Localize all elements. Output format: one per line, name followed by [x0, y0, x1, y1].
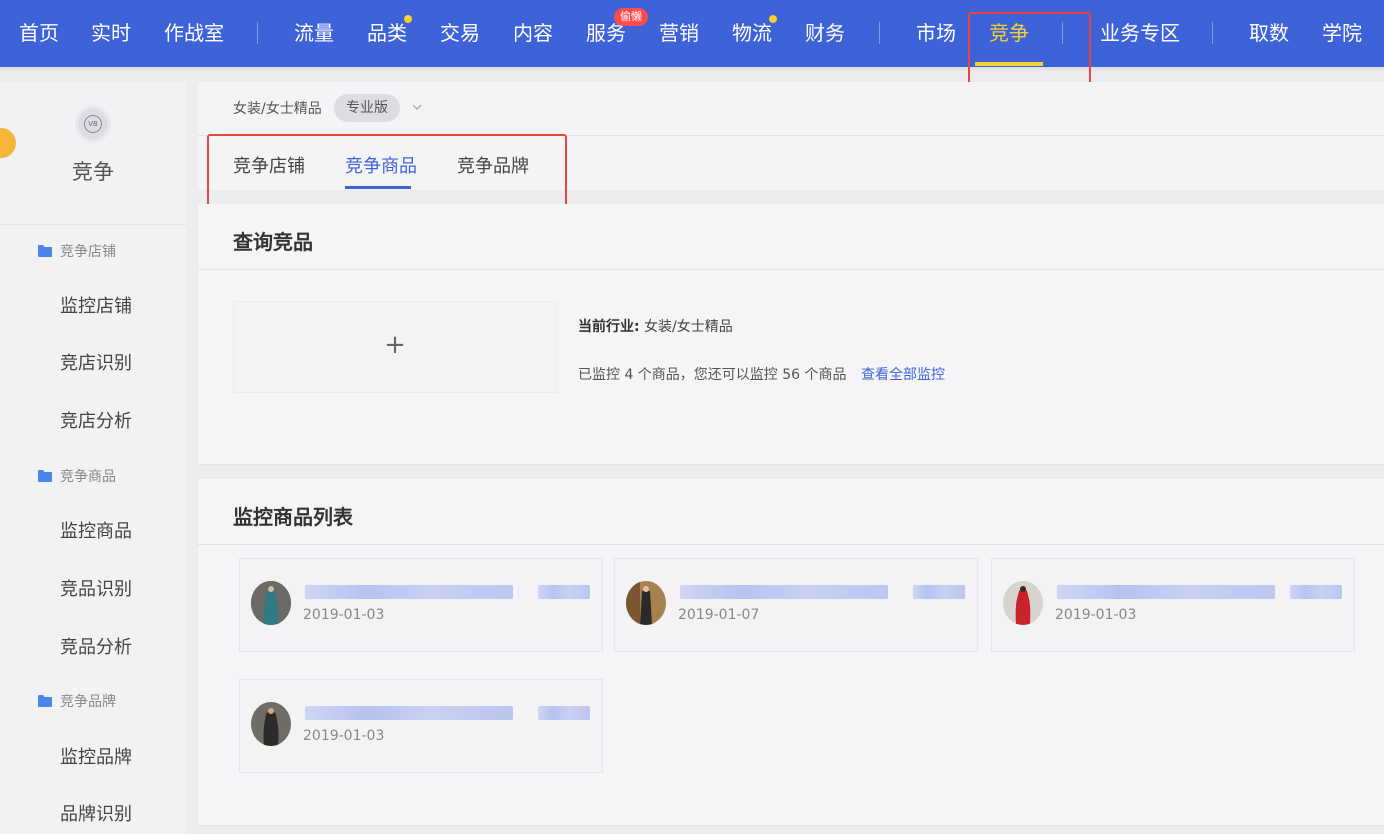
monitor-date: 2019-01-03 [303, 728, 385, 744]
blurred-price [538, 706, 590, 720]
sidebar-item-monitor-shops[interactable]: 监控店铺 [60, 294, 132, 320]
folder-icon [38, 470, 52, 482]
view-all-monitor-link[interactable]: 查看全部监控 [861, 367, 945, 383]
blurred-title [305, 585, 513, 599]
industry-label: 当前行业: [578, 319, 640, 335]
sidebar-item-brand-identify[interactable]: 品牌识别 [60, 802, 132, 828]
nav-marketing[interactable]: 营销 [659, 17, 699, 49]
sidebar-title: 竞争 [72, 160, 114, 184]
monitor-count-text: 已监控 4 个商品，您还可以监控 56 个商品 [578, 367, 847, 383]
panel-title: 监控商品列表 [233, 505, 353, 529]
industry-value: 女装/女士精品 [644, 319, 733, 335]
sidebar-item-shop-identify[interactable]: 竞店识别 [60, 351, 132, 377]
blurred-price [913, 585, 965, 599]
highlight-box-nav [968, 12, 1091, 92]
sidebar-item-monitor-products[interactable]: 监控商品 [60, 519, 132, 545]
monitor-date: 2019-01-03 [303, 607, 385, 623]
sidebar-group-label: 竞争商品 [60, 469, 116, 485]
sidebar-item-monitor-brands[interactable]: 监控品牌 [60, 745, 132, 771]
folder-icon [38, 695, 52, 707]
nav-category-dot [404, 15, 412, 23]
sidebar-item-shop-analysis[interactable]: 竞店分析 [60, 409, 132, 435]
nav-business-zone[interactable]: 业务专区 [1100, 17, 1180, 49]
blurred-price [538, 585, 590, 599]
product-thumbnail [251, 702, 291, 746]
current-industry: 当前行业: 女装/女士精品 [578, 316, 733, 336]
competition-logo-icon: VB [75, 106, 111, 142]
nav-war-room[interactable]: 作战室 [164, 17, 224, 49]
sidebar-group-products[interactable]: 竞争商品 [38, 467, 116, 487]
nav-finance[interactable]: 财务 [805, 17, 845, 49]
plus-icon: + [384, 330, 406, 360]
logo-mark: VB [84, 115, 102, 133]
sidebar-group-label: 竞争品牌 [60, 694, 116, 710]
query-panel: 查询竞品 + 当前行业: 女装/女士精品 已监控 4 个商品，您还可以监控 56… [198, 204, 1384, 464]
sidebar-item-product-analysis[interactable]: 竞品分析 [60, 635, 132, 661]
divider [198, 544, 1384, 545]
sidebar-group-brands[interactable]: 竞争品牌 [38, 692, 116, 712]
edition-badge: 专业版 [334, 94, 400, 122]
panel-title: 查询竞品 [233, 230, 313, 254]
chevron-down-icon[interactable] [410, 100, 424, 114]
top-navigation: 首页 实时 作战室 流量 品类 交易 内容 服务 偷懒 营销 物流 财务 市场 … [0, 0, 1384, 67]
nav-realtime[interactable]: 实时 [91, 17, 131, 49]
product-thumbnail [251, 581, 291, 625]
sidebar-item-product-identify[interactable]: 竞品识别 [60, 577, 132, 603]
nav-home[interactable]: 首页 [19, 17, 59, 49]
nav-traffic[interactable]: 流量 [294, 17, 334, 49]
product-card[interactable]: 2019-01-03 [991, 558, 1355, 652]
monitor-date: 2019-01-03 [1055, 607, 1137, 623]
product-card[interactable]: 2019-01-07 [614, 558, 978, 652]
sidebar-header: VB 竞争 [0, 82, 186, 225]
blurred-title [680, 585, 888, 599]
nav-data-fetch[interactable]: 取数 [1249, 17, 1289, 49]
folder-icon [38, 245, 52, 257]
nav-content[interactable]: 内容 [513, 17, 553, 49]
add-product-upload[interactable]: + [233, 301, 557, 393]
nav-separator [879, 22, 880, 44]
nav-academy[interactable]: 学院 [1322, 17, 1362, 49]
product-card[interactable]: 2019-01-03 [239, 679, 603, 773]
nav-trade[interactable]: 交易 [440, 17, 480, 49]
sidebar-group-label: 竞争店铺 [60, 244, 116, 260]
nav-service-badge: 偷懒 [614, 8, 648, 26]
monitor-list-panel: 监控商品列表 2019-01-03 2019-01-07 2019-01-03 … [198, 479, 1384, 825]
monitor-date: 2019-01-07 [678, 607, 760, 623]
nav-logistics-dot [769, 15, 777, 23]
nav-separator [1212, 22, 1213, 44]
industry-crumb[interactable]: 女装/女士精品 [233, 98, 322, 118]
monitor-status: 已监控 4 个商品，您还可以监控 56 个商品 查看全部监控 [578, 364, 945, 384]
nav-logistics[interactable]: 物流 [732, 17, 772, 49]
product-thumbnail [1003, 581, 1043, 625]
divider [198, 269, 1384, 270]
blurred-title [305, 706, 513, 720]
blurred-title [1057, 585, 1275, 599]
nav-market[interactable]: 市场 [916, 17, 956, 49]
nav-separator [257, 22, 258, 44]
nav-category[interactable]: 品类 [367, 17, 407, 49]
product-thumbnail [626, 581, 666, 625]
blurred-price [1290, 585, 1342, 599]
product-card[interactable]: 2019-01-03 [239, 558, 603, 652]
sidebar: VB 竞争 竞争店铺 监控店铺 竞店识别 竞店分析 竞争商品 监控商品 竞品识别… [0, 82, 186, 834]
sidebar-group-shops[interactable]: 竞争店铺 [38, 242, 116, 262]
highlight-box-subtabs [207, 134, 567, 213]
